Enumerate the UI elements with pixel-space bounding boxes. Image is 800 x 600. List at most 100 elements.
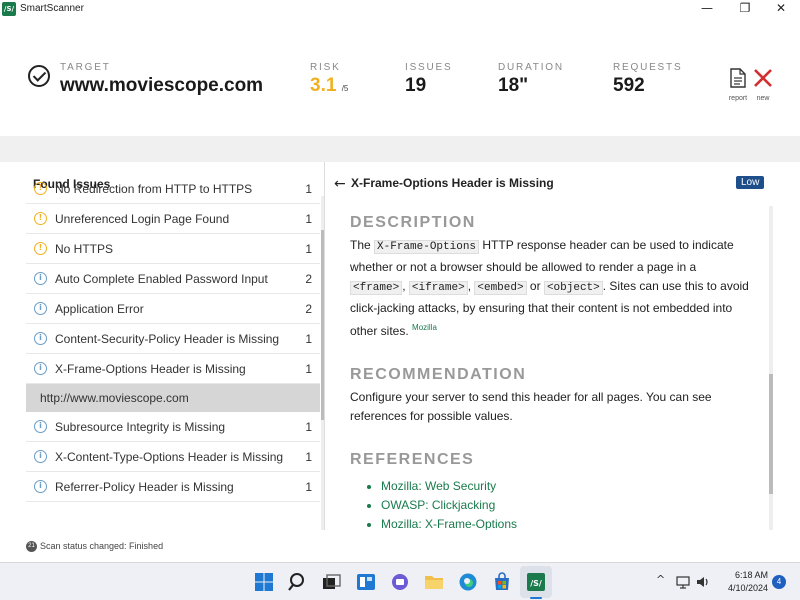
status-count-icon: 21 — [26, 541, 37, 552]
issue-count: 1 — [305, 480, 312, 494]
store-icon[interactable] — [492, 572, 512, 592]
warning-icon: ! — [34, 212, 47, 225]
report-document-icon — [730, 68, 746, 88]
code-object: <object> — [543, 281, 603, 295]
system-clock[interactable]: 6:18 AM 4/10/2024 — [716, 569, 768, 595]
risk-unit: /5 — [341, 84, 349, 93]
issue-detail-content: DESCRIPTION The X-Frame-Options HTTP res… — [350, 214, 750, 530]
clock-time: 6:18 AM — [734, 570, 768, 580]
recommendation-heading: RECOMMENDATION — [350, 365, 527, 383]
app-logo-icon: /S/ — [2, 2, 16, 16]
recommendation-text: Configure your server to send this heade… — [350, 389, 712, 424]
code-iframe: <iframe> — [408, 281, 468, 295]
close-window-button[interactable]: ✕ — [764, 0, 798, 18]
issue-count: 1 — [305, 182, 312, 196]
issue-name: Content-Security-Policy Header is Missin… — [55, 332, 280, 346]
info-icon: i — [34, 272, 47, 285]
issue-row[interactable]: i Application Error 2 — [26, 294, 320, 324]
issue-name: No Redirection from HTTP to HTTPS — [55, 182, 253, 196]
reference-link[interactable]: Mozilla: Web Security — [381, 477, 750, 496]
issue-row[interactable]: i Subresource Integrity is Missing 1 — [26, 412, 320, 442]
smartscanner-logo-text: /S/ — [530, 579, 542, 588]
issue-row[interactable]: ! Unreferenced Login Page Found 1 — [26, 204, 320, 234]
minimize-button[interactable]: — — [690, 0, 724, 18]
issue-row[interactable]: ! No HTTPS 1 — [26, 234, 320, 264]
back-arrow-icon[interactable]: ← — [334, 176, 346, 192]
issues-value: 19 — [405, 75, 427, 96]
info-icon: i — [34, 332, 47, 345]
status-text: Scan status changed: Finished — [40, 541, 164, 551]
issue-count: 1 — [305, 332, 312, 346]
info-icon: i — [34, 480, 47, 493]
issue-row[interactable]: i X-Content-Type-Options Header is Missin… — [26, 442, 320, 472]
file-explorer-icon[interactable] — [424, 572, 444, 592]
tray-chevron-icon[interactable]: ^ — [656, 573, 665, 586]
issue-name: Subresource Integrity is Missing — [55, 420, 226, 434]
search-icon[interactable] — [288, 572, 308, 592]
smartscanner-app-icon[interactable]: /S/ — [526, 572, 546, 592]
chat-icon[interactable] — [390, 572, 410, 592]
info-icon: i — [34, 302, 47, 315]
issues-stat: ISSUES 19 — [405, 62, 452, 97]
risk-value: 3.1 — [310, 75, 337, 96]
target-stat: TARGET www.moviescope.com — [60, 62, 263, 97]
references-heading: REFERENCES — [350, 450, 475, 468]
new-label: new — [756, 95, 770, 102]
reference-link[interactable]: OWASP: Clickjacking — [381, 496, 750, 515]
issue-name: X-Content-Type-Options Header is Missing — [55, 450, 284, 464]
description-text: The X-Frame-Options HTTP response header… — [350, 236, 750, 342]
edge-browser-icon[interactable] — [458, 572, 478, 592]
issue-count: 1 — [305, 362, 312, 376]
description-heading: DESCRIPTION — [350, 214, 476, 231]
clock-date: 4/10/2024 — [727, 583, 768, 593]
new-scan-button[interactable]: new — [748, 68, 778, 102]
title-bar: /S/ SmartScanner — ❐ ✕ — [0, 0, 800, 18]
info-icon: i — [34, 420, 47, 433]
requests-stat: REQUESTS 592 — [613, 62, 682, 97]
issues-scrollbar[interactable] — [321, 196, 324, 530]
target-value: www.moviescope.com — [60, 75, 264, 96]
active-app-indicator — [530, 597, 542, 599]
duration-stat: DURATION 18" — [498, 62, 564, 97]
target-label: TARGET — [60, 62, 111, 73]
task-view-icon[interactable] — [322, 572, 342, 592]
risk-stat: RISK 3.1 /5 — [310, 62, 348, 97]
host-group-row[interactable]: http://www.moviescope.com — [26, 384, 320, 412]
issue-count: 1 — [305, 242, 312, 256]
widgets-icon[interactable] — [356, 572, 376, 592]
issue-row[interactable]: i X-Frame-Options Header is Missing 1 — [26, 354, 320, 384]
found-issues-panel: Found Issues ! No Redirection from HTTP t… — [26, 162, 325, 530]
issue-name: Application Error — [55, 302, 144, 316]
notification-badge[interactable]: 4 — [772, 575, 786, 589]
desc-sep: , — [402, 279, 409, 293]
warning-icon: ! — [34, 242, 47, 255]
requests-label: REQUESTS — [613, 62, 683, 73]
issues-label: ISSUES — [405, 62, 453, 73]
issue-count: 1 — [305, 450, 312, 464]
issue-row[interactable]: i Content-Security-Policy Header is Missi… — [26, 324, 320, 354]
issue-count: 1 — [305, 420, 312, 434]
issue-row[interactable]: i Auto Complete Enabled Password Input 2 — [26, 264, 320, 294]
reference-link[interactable]: Mozilla: X-Frame-Options — [381, 515, 750, 531]
issue-count: 2 — [305, 272, 312, 286]
detail-scrollbar[interactable] — [769, 206, 773, 530]
issue-count: 2 — [305, 302, 312, 316]
mozilla-source-link[interactable]: Mozilla — [412, 323, 437, 332]
requests-value: 592 — [613, 75, 645, 96]
severity-badge: Low — [736, 176, 765, 189]
check-circle-icon — [28, 65, 50, 87]
window-title: SmartScanner — [20, 3, 84, 14]
code-frame: <frame> — [350, 281, 403, 295]
issues-list-bottom: i Subresource Integrity is Missing 1 i X-Con… — [26, 412, 320, 502]
issue-row[interactable]: i Referrer-Policy Header is Missing 1 — [26, 472, 320, 502]
issues-scrollbar-thumb[interactable] — [321, 230, 324, 420]
issue-row[interactable]: ! No Redirection from HTTP to HTTPS 1 — [26, 174, 320, 204]
risk-label: RISK — [310, 62, 341, 73]
code-x-frame-options: X-Frame-Options — [374, 240, 480, 254]
volume-icon[interactable] — [696, 575, 710, 589]
network-icon[interactable] — [676, 575, 690, 589]
windows-start-icon[interactable] — [254, 572, 274, 592]
maximize-button[interactable]: ❐ — [728, 0, 762, 18]
warning-icon: ! — [34, 182, 47, 195]
detail-scrollbar-thumb[interactable] — [769, 374, 773, 494]
